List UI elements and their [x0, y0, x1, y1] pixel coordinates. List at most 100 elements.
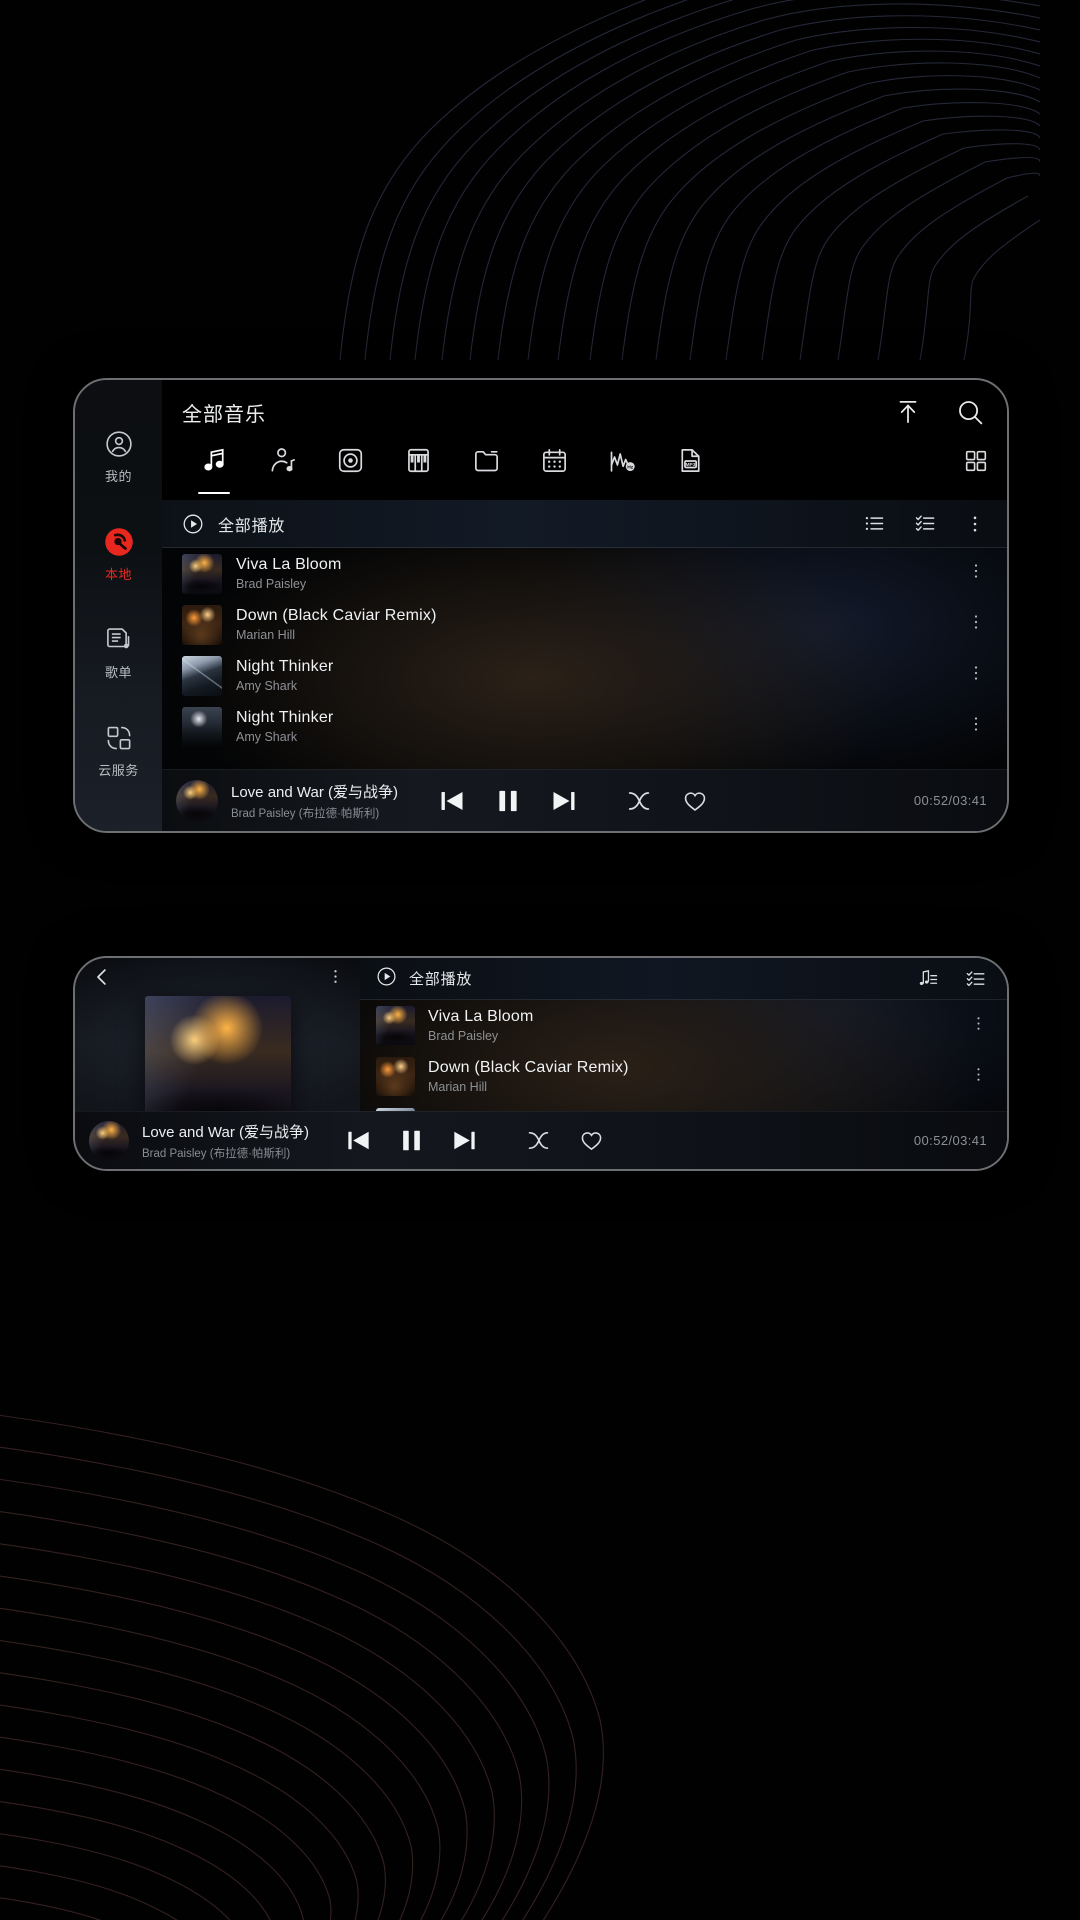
album-panel-topbar	[75, 958, 360, 1000]
playlist-icon	[104, 625, 134, 655]
grid-view-button[interactable]	[963, 444, 989, 479]
album-art-thumbnail	[182, 655, 222, 696]
play-circle-icon[interactable]	[182, 513, 204, 535]
play-all-actions	[863, 512, 985, 535]
song-artist: Marian Hill	[236, 628, 296, 642]
main-content: 全部音乐 Hz MP3 全部播放 Viva La Bloom Brad Pais…	[162, 380, 1007, 831]
local-music-icon	[104, 527, 134, 557]
artist-icon	[268, 446, 297, 475]
player-extra-actions	[526, 1128, 604, 1153]
tab-instrument[interactable]	[384, 444, 452, 496]
player-controls	[344, 1126, 479, 1155]
instrument-icon	[404, 446, 433, 475]
sidebar-item-label: 云服务	[98, 763, 139, 778]
sidebar-item-label: 我的	[104, 469, 132, 484]
sidebar-item-local[interactable]: 本地	[75, 506, 162, 604]
album-disc-icon	[336, 446, 365, 475]
sidebar-item-label: 本地	[104, 567, 132, 582]
tablet-device-all-music: 我的 本地 歌单 云服务 全部音乐 Hz MP3 全部播放 Viva La Bl…	[73, 378, 1009, 833]
multi-select-icon[interactable]	[914, 512, 937, 535]
tab-hz-quality[interactable]: Hz	[588, 444, 656, 496]
grid-view-icon	[963, 448, 989, 479]
song-row[interactable]: Viva La Bloom Brad Paisley	[360, 1000, 1007, 1051]
hz-waveform-icon: Hz	[608, 446, 637, 475]
multi-select-icon[interactable]	[965, 968, 987, 990]
player-controls	[437, 786, 579, 816]
playback-time: 00:52/03:41	[913, 1133, 987, 1148]
music-list-icon[interactable]	[917, 968, 939, 990]
now-playing-title: Love and War (爱与战争)	[231, 783, 398, 801]
song-row[interactable]: Down (Black Caviar Remix) Marian Hill	[162, 599, 1007, 650]
tab-music-note[interactable]	[180, 444, 248, 496]
album-art-thumbnail	[376, 1006, 415, 1045]
folder-icon	[472, 446, 501, 475]
list-view-icon[interactable]	[863, 512, 886, 535]
song-title: Night Thinker	[236, 709, 334, 726]
pause-icon[interactable]	[493, 786, 523, 816]
favorite-heart-icon[interactable]	[682, 788, 708, 814]
tab-album[interactable]	[316, 444, 384, 496]
shuffle-icon[interactable]	[526, 1128, 551, 1153]
category-tabs: Hz MP3	[162, 444, 1007, 500]
page-title: 全部音乐	[182, 403, 266, 426]
play-all-bar: 全部播放	[360, 958, 1007, 1000]
calendar-icon	[540, 446, 569, 475]
play-all-bar: 全部播放	[162, 500, 1007, 548]
pause-icon[interactable]	[397, 1126, 426, 1155]
song-more-icon[interactable]	[967, 715, 985, 738]
song-title: Viva La Bloom	[428, 1008, 534, 1025]
song-more-icon[interactable]	[970, 1066, 987, 1088]
sidebar-item-label: 歌单	[104, 665, 132, 680]
topbar-actions	[894, 398, 985, 427]
song-row[interactable]: Night Thinker Amy Shark	[162, 650, 1007, 701]
song-row[interactable]: Down (Black Caviar Remix) Marian Hill	[360, 1051, 1007, 1102]
shuffle-icon[interactable]	[626, 788, 652, 814]
more-vertical-icon[interactable]	[327, 968, 344, 990]
playback-time: 00:52/03:41	[913, 793, 987, 808]
play-circle-icon[interactable]	[376, 966, 397, 992]
topbar: 全部音乐	[162, 380, 1007, 444]
now-playing-art	[176, 779, 218, 822]
sidebar-item-cloud[interactable]: 云服务	[75, 702, 162, 800]
now-playing-artist: Brad Paisley (布拉德·帕斯利)	[142, 1147, 291, 1160]
play-all-label: 全部播放	[218, 517, 286, 535]
song-title: Viva La Bloom	[236, 556, 342, 573]
tab-folder[interactable]	[452, 444, 520, 496]
next-track-icon[interactable]	[549, 786, 579, 816]
tab-calendar[interactable]	[520, 444, 588, 496]
user-circle-icon	[104, 429, 134, 459]
song-artist: Brad Paisley	[236, 577, 307, 591]
svg-text:MP3: MP3	[685, 462, 695, 468]
favorite-heart-icon[interactable]	[579, 1128, 604, 1153]
player-bar: Love and War (爱与战争) Brad Paisley (布拉德·帕斯…	[162, 769, 1007, 831]
song-title: Night Thinker	[236, 658, 334, 675]
play-all-actions	[917, 968, 987, 990]
upload-top-icon[interactable]	[894, 398, 922, 426]
previous-track-icon[interactable]	[437, 786, 467, 816]
previous-track-icon[interactable]	[344, 1126, 373, 1155]
player-extra-actions	[626, 788, 708, 814]
sidebar-item-profile[interactable]: 我的	[75, 408, 162, 506]
search-icon[interactable]	[956, 398, 985, 427]
song-more-icon[interactable]	[967, 562, 985, 585]
song-row[interactable]: Viva La Bloom Brad Paisley	[162, 548, 1007, 599]
song-more-icon[interactable]	[970, 1015, 987, 1037]
mp3-file-icon: MP3	[676, 446, 705, 475]
now-playing-art	[89, 1120, 129, 1161]
song-row[interactable]: Night Thinker Amy Shark	[162, 701, 1007, 752]
song-title: Down (Black Caviar Remix)	[428, 1059, 629, 1076]
tablet-device-album-detail: 专辑名称 歌手名称 共X首 全部播放	[73, 956, 1009, 1171]
more-vertical-icon[interactable]	[965, 514, 985, 534]
song-more-icon[interactable]	[967, 664, 985, 687]
sidebar-item-playlist[interactable]: 歌单	[75, 604, 162, 702]
back-chevron-icon[interactable]	[91, 966, 113, 993]
song-more-icon[interactable]	[967, 613, 985, 636]
tab-mp3[interactable]: MP3	[656, 444, 724, 496]
sidebar: 我的 本地 歌单 云服务	[75, 380, 162, 831]
album-art-thumbnail	[182, 706, 222, 747]
song-artist: Marian Hill	[428, 1080, 488, 1094]
tab-artist[interactable]	[248, 444, 316, 496]
next-track-icon[interactable]	[450, 1126, 479, 1155]
topo-lines-top	[339, 0, 1040, 360]
album-art-thumbnail	[182, 553, 222, 594]
